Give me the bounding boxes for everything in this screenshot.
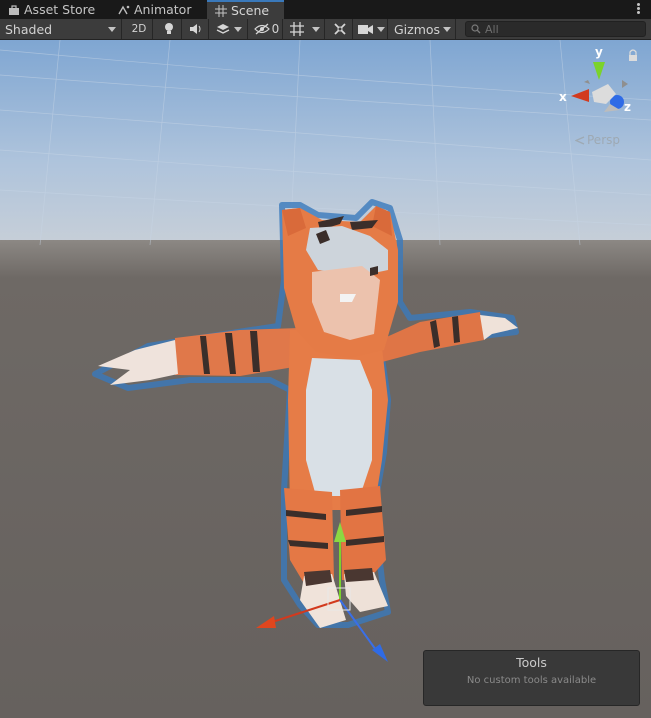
editor-tab-bar: Asset Store Animator Scene [0, 0, 651, 19]
camera-icon [357, 24, 373, 34]
tools-overlay-panel[interactable]: Tools No custom tools available [423, 650, 640, 706]
2d-label: 2D [131, 23, 147, 35]
perspective-icon [575, 135, 585, 145]
grid-settings-dropdown[interactable] [285, 19, 325, 39]
tab-scene[interactable]: Scene [207, 0, 284, 19]
tab-label: Animator [134, 2, 192, 17]
tab-label: Asset Store [24, 2, 96, 17]
shading-mode-value: Shaded [5, 21, 53, 37]
hidden-count: 0 [271, 22, 280, 36]
tab-label: Scene [231, 3, 270, 18]
tools-cross-icon [334, 23, 346, 35]
camera-settings-dropdown[interactable] [355, 19, 388, 39]
animator-icon [118, 4, 130, 16]
scene-audio-button[interactable] [184, 19, 209, 39]
component-tools-button[interactable] [328, 19, 353, 39]
scene-viewport[interactable]: y x z Persp [0, 40, 651, 718]
projection-label: Persp [587, 133, 620, 147]
tools-overlay-message: No custom tools available [466, 675, 597, 686]
effects-dropdown[interactable] [211, 19, 248, 39]
scene-search-input[interactable]: All [465, 21, 646, 37]
chevron-down-icon [376, 26, 385, 32]
hidden-eye-icon [253, 23, 270, 35]
tab-asset-store[interactable]: Asset Store [0, 0, 105, 19]
lightbulb-icon [165, 23, 173, 34]
axis-y-label: y [595, 45, 603, 59]
grid-icon [215, 4, 227, 17]
layers-icon [216, 23, 230, 34]
search-icon [471, 24, 481, 34]
shading-mode-dropdown[interactable]: Shaded [0, 19, 122, 39]
chevron-down-icon [108, 26, 116, 32]
search-placeholder: All [485, 22, 499, 36]
scene-lighting-button[interactable] [157, 19, 182, 39]
axis-z-label: z [624, 100, 631, 114]
speaker-icon [190, 24, 201, 34]
projection-toggle[interactable]: Persp [575, 133, 620, 147]
2d-toggle-button[interactable]: 2D [126, 19, 153, 39]
gizmos-label: Gizmos [394, 21, 441, 37]
chevron-down-icon [234, 26, 242, 32]
axis-x-label: x [559, 90, 567, 104]
tools-overlay-title: Tools [516, 655, 547, 670]
scene-visibility-button[interactable]: 0 [251, 19, 283, 39]
gizmos-dropdown[interactable]: Gizmos [390, 19, 456, 39]
grid-snap-icon [289, 22, 304, 36]
tab-animator[interactable]: Animator [110, 0, 205, 19]
chevron-down-icon [311, 26, 320, 32]
chevron-down-icon [443, 26, 451, 32]
bag-icon [8, 4, 20, 16]
more-menu-icon[interactable] [635, 2, 641, 16]
